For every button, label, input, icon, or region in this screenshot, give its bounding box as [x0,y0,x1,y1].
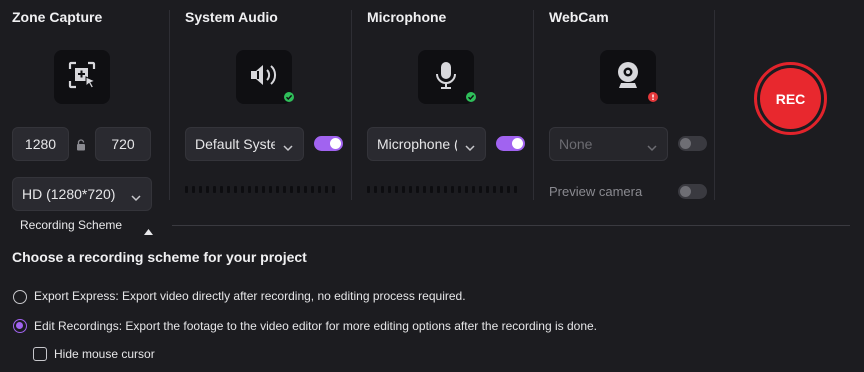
webcam-button[interactable] [600,50,658,104]
chevron-down-icon [131,189,141,205]
status-ok-icon [284,92,294,102]
chevron-down-icon [647,139,657,155]
system-audio-toggle[interactable] [314,136,343,151]
microphone-device-select[interactable]: Microphone ( [367,127,486,161]
status-error-icon [648,92,658,102]
scheme-heading: Choose a recording scheme for your proje… [12,249,307,265]
system-audio-device-select[interactable]: Default System [185,127,304,161]
record-button-label: REC [760,68,821,129]
chevron-down-icon [465,139,475,155]
microphone-icon [431,59,461,96]
edit-recordings-option[interactable]: Edit Recordings: Export the footage to t… [12,319,712,335]
divider [351,10,352,200]
microphone-toggle[interactable] [496,136,525,151]
webcam-icon [613,59,643,96]
zone-capture-title: Zone Capture [12,9,103,25]
aspect-lock-icon[interactable] [76,138,86,156]
divider [714,10,715,200]
divider [172,225,850,226]
export-express-option[interactable]: Export Express: Export video directly af… [12,289,712,305]
divider [169,10,170,200]
preview-camera-label: Preview camera [549,184,643,199]
hide-cursor-option[interactable]: Hide mouse cursor [33,347,193,363]
region-select-button[interactable] [54,50,110,104]
chevron-down-icon [283,139,293,155]
hide-cursor-checkbox[interactable] [33,347,47,361]
record-button[interactable]: REC [754,62,827,135]
system-audio-title: System Audio [185,9,278,25]
height-input[interactable]: 720 [95,127,151,161]
webcam-device-select[interactable]: None [549,127,668,161]
edit-recordings-label: Edit Recordings: Export the footage to t… [34,319,597,333]
microphone-level-meter [367,186,517,194]
resolution-select[interactable]: HD (1280*720) [12,177,152,211]
edit-recordings-radio[interactable] [13,319,27,333]
preview-camera-toggle[interactable] [678,184,707,199]
webcam-toggle[interactable] [678,136,707,151]
recording-scheme-toggle[interactable]: Recording Scheme [20,218,156,235]
microphone-title: Microphone [367,9,447,25]
export-express-radio[interactable] [13,290,27,304]
divider [533,10,534,200]
caret-up-icon [144,222,153,240]
recording-scheme-label: Recording Scheme [20,218,123,232]
webcam-title: WebCam [549,9,609,25]
region-select-icon [67,60,97,95]
system-audio-button[interactable] [236,50,294,104]
system-audio-level-meter [185,186,335,194]
speaker-icon [247,60,281,95]
export-express-label: Export Express: Export video directly af… [34,289,466,303]
status-ok-icon [466,92,476,102]
hide-cursor-label: Hide mouse cursor [54,347,155,361]
width-input[interactable]: 1280 [12,127,69,161]
microphone-button[interactable] [418,50,476,104]
